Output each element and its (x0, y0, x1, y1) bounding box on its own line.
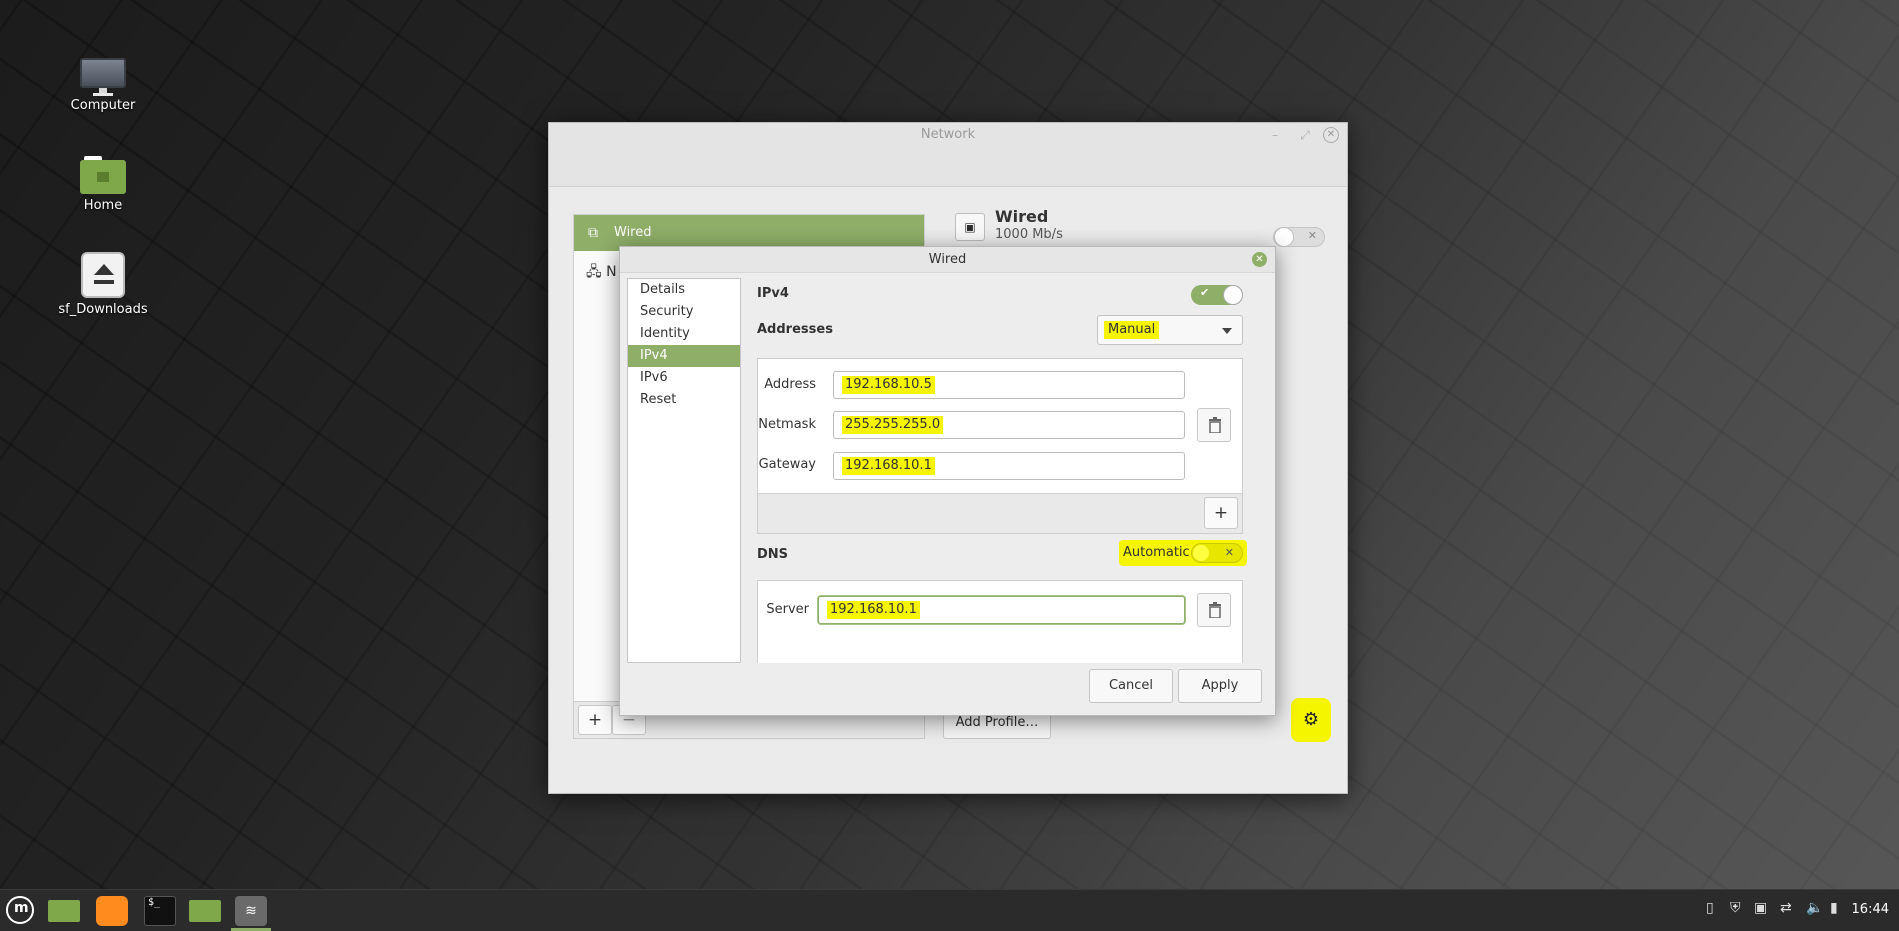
clock[interactable]: 16:44 (1852, 902, 1889, 917)
netmask-label: Netmask (758, 417, 816, 432)
update-manager-icon[interactable]: ▣ (1754, 900, 1767, 916)
chevron-down-icon (1222, 328, 1232, 334)
network-tray-icon[interactable]: ⇄ (1780, 900, 1792, 916)
minimize-icon[interactable]: – (1267, 127, 1283, 143)
desktop-icon-label: Computer (70, 98, 136, 113)
addresses-method-select[interactable]: Manual (1097, 315, 1243, 345)
clipboard-icon[interactable]: ▯ (1706, 900, 1714, 916)
gateway-value: 192.168.10.1 (842, 457, 935, 475)
dns-box: Server 192.168.10.1 (757, 580, 1243, 663)
taskbar: m $_ ≋ ▯ ⛨ ▣ ⇄ 🔈 ▮ 16:44 (0, 889, 1899, 931)
home-folder-icon (80, 156, 126, 194)
terminal-launcher-icon[interactable]: $_ (144, 896, 176, 926)
sidebar-item-network[interactable]: 🖧 N (586, 261, 617, 285)
gateway-label: Gateway (758, 457, 816, 472)
server-label: Server (766, 602, 809, 617)
dns-automatic-label: Automatic (1123, 545, 1190, 560)
desktop-icon-label: sf_Downloads (58, 302, 148, 317)
wired-enable-toggle[interactable]: ✕ (1273, 227, 1325, 247)
desktop-icon-label: Home (83, 198, 123, 213)
ipv4-toggle[interactable]: ✔ (1191, 285, 1243, 305)
address-label: Address (764, 377, 816, 392)
delete-address-button[interactable] (1197, 408, 1231, 442)
tab-ipv4[interactable]: IPv4 (628, 345, 740, 367)
sidebar-item-label: N (606, 264, 617, 280)
netmask-value: 255.255.255.0 (842, 416, 944, 434)
battery-icon[interactable]: ▮ (1830, 900, 1838, 916)
apply-button[interactable]: Apply (1178, 669, 1262, 703)
wired-settings-dialog: Wired ✕ Details Security Identity IPv4 I… (619, 246, 1276, 716)
gear-icon[interactable]: ⚙ (1291, 698, 1331, 742)
addresses-footer: + (758, 493, 1242, 533)
drive-icon (81, 252, 125, 298)
menu-icon[interactable]: m (6, 896, 34, 924)
delete-dns-server-button[interactable] (1197, 593, 1231, 627)
sidebar-item-label: Wired (614, 225, 652, 240)
dns-label: DNS (757, 547, 789, 562)
shield-icon[interactable]: ⛨ (1730, 900, 1741, 916)
ethernet-icon: ▣ (955, 213, 985, 241)
firefox-launcher-icon[interactable] (96, 896, 128, 926)
tab-details[interactable]: Details (628, 279, 740, 301)
trash-icon (1209, 602, 1221, 618)
desktop-icon-computer[interactable]: Computer (48, 58, 158, 113)
addresses-method-value: Manual (1104, 321, 1160, 339)
folder-window-icon[interactable] (189, 900, 221, 922)
add-address-button[interactable]: + (1204, 497, 1238, 529)
dialog-title: Wired (928, 252, 967, 267)
close-icon[interactable]: ✕ (1252, 252, 1267, 267)
tab-identity[interactable]: Identity (628, 323, 740, 345)
add-connection-button[interactable]: + (578, 705, 612, 735)
gateway-field[interactable]: 192.168.10.1 (833, 452, 1185, 480)
addresses-box: Address 192.168.10.5 Netmask 255.255.255… (757, 358, 1243, 534)
address-value: 192.168.10.5 (842, 376, 935, 394)
dns-server-value: 192.168.10.1 (827, 601, 920, 619)
desktop-icon-home[interactable]: Home (48, 156, 158, 213)
dns-server-field[interactable]: 192.168.10.1 (818, 596, 1185, 624)
trash-icon (1209, 417, 1221, 433)
address-field[interactable]: 192.168.10.5 (833, 371, 1185, 399)
desktop-icon-sf-downloads[interactable]: sf_Downloads (48, 252, 158, 317)
network-proxy-icon: 🖧 (586, 264, 602, 280)
close-icon[interactable]: ✕ (1323, 127, 1339, 143)
wired-speed: 1000 Mb/s (995, 227, 1063, 242)
tab-reset[interactable]: Reset (628, 389, 740, 411)
tab-ipv6[interactable]: IPv6 (628, 367, 740, 389)
network-wired-icon: ⧉ (588, 225, 598, 241)
wired-name: Wired (995, 207, 1049, 226)
netmask-field[interactable]: 255.255.255.0 (833, 411, 1185, 439)
network-titlebar[interactable]: Network – ⤢ ✕ (549, 123, 1347, 187)
dialog-titlebar[interactable]: Wired ✕ (620, 247, 1275, 273)
maximize-icon[interactable]: ⤢ (1297, 127, 1313, 143)
ipv4-label: IPv4 (757, 286, 789, 301)
dns-automatic-toggle[interactable]: ✕ (1191, 543, 1243, 563)
addresses-label: Addresses (757, 322, 833, 337)
files-launcher-icon[interactable] (48, 900, 80, 922)
network-window-title: Network (920, 127, 976, 142)
computer-icon (80, 58, 126, 96)
tab-security[interactable]: Security (628, 301, 740, 323)
network-window-icon[interactable]: ≋ (235, 896, 267, 926)
volume-icon[interactable]: 🔈 (1806, 900, 1823, 916)
ipv4-panel: IPv4 ✔ Addresses Manual Address 192.168.… (757, 278, 1267, 663)
cancel-button[interactable]: Cancel (1089, 669, 1173, 703)
dialog-nav: Details Security Identity IPv4 IPv6 Rese… (627, 278, 741, 663)
